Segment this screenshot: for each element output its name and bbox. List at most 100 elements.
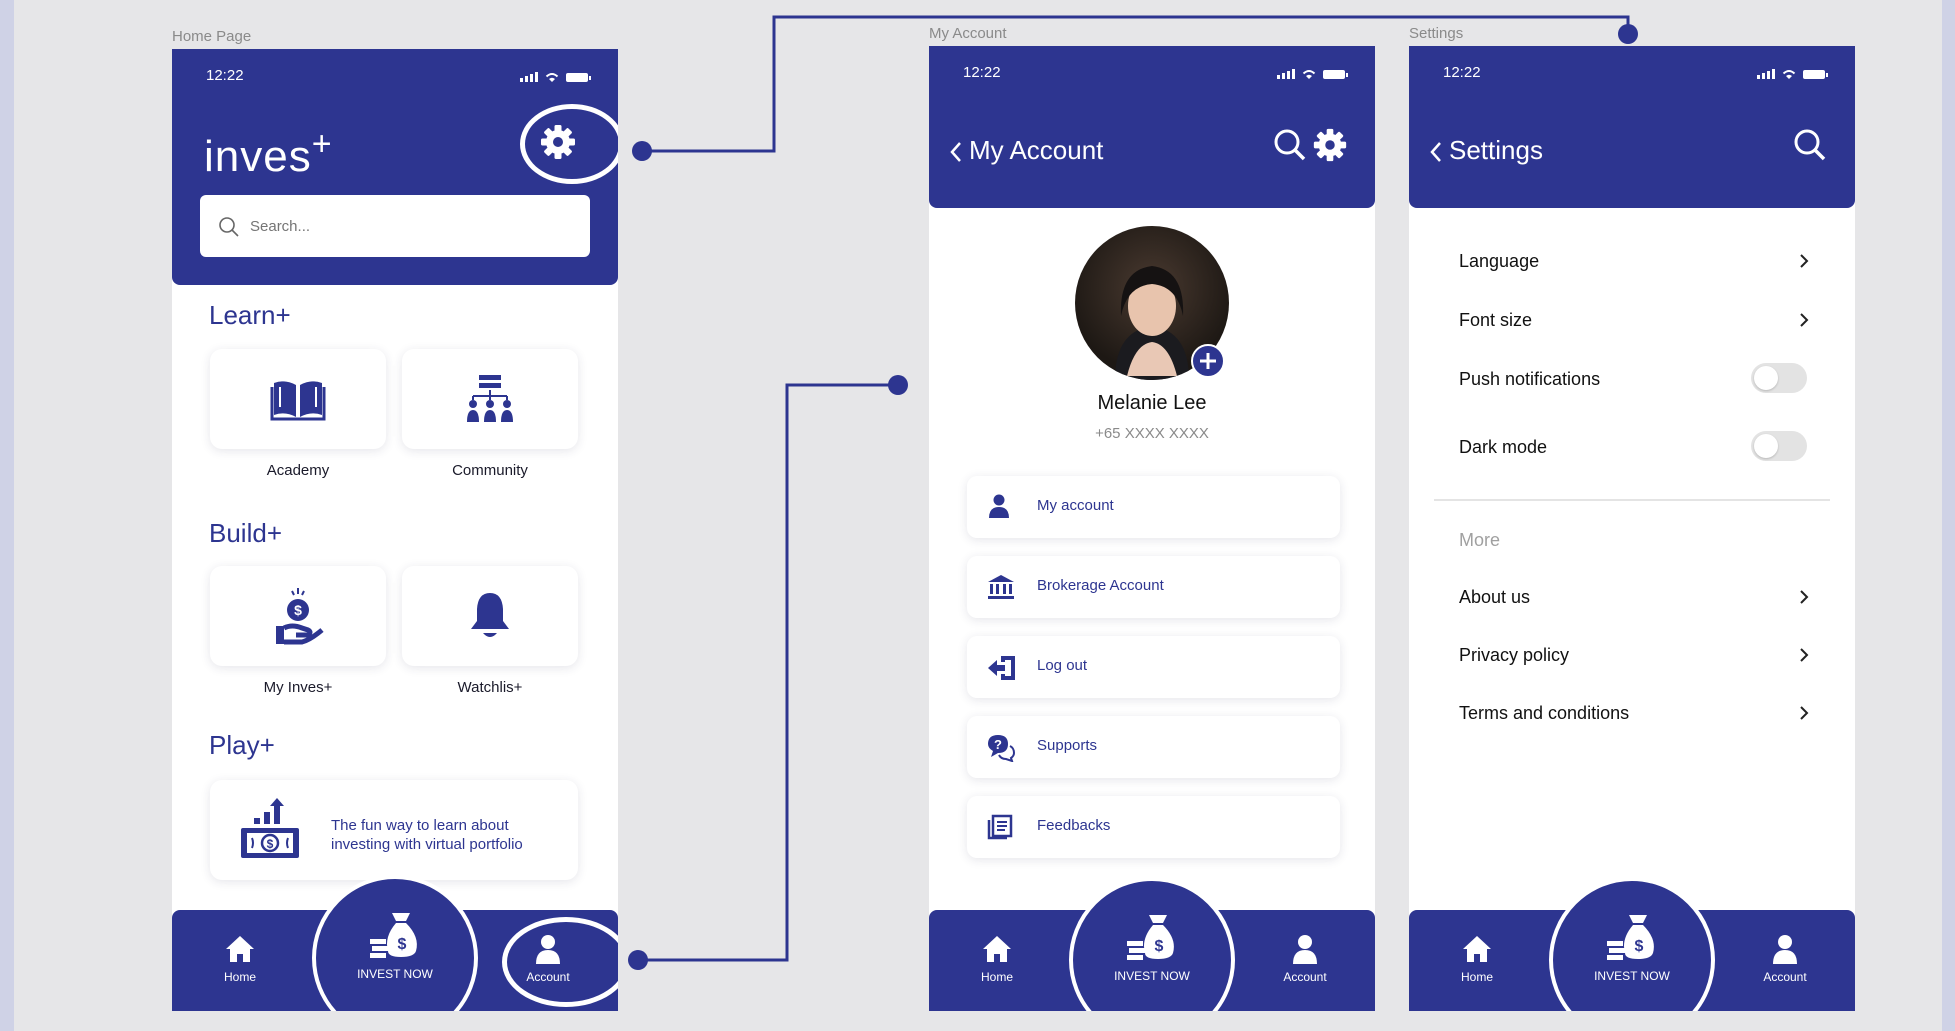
learn-section-title: Learn+ <box>209 300 291 330</box>
highlight-ring-settings <box>520 104 618 184</box>
status-icons <box>1757 68 1828 80</box>
logout-icon <box>988 656 1015 680</box>
svg-text:$: $ <box>1635 938 1644 955</box>
menu-brokerage-account-label: Brokerage Account <box>1037 577 1164 594</box>
home-icon <box>226 936 254 962</box>
money-bag-icon: $ <box>370 913 417 958</box>
play-section-title: Play+ <box>209 730 275 760</box>
status-time: 12:22 <box>963 64 1001 81</box>
profile-name: Melanie Lee <box>1097 392 1207 414</box>
setting-font-size[interactable]: Font size <box>1459 310 1809 331</box>
svg-text:$: $ <box>398 936 407 953</box>
plus-icon <box>1200 353 1216 369</box>
account-screen: 12:22 My Account Melanie Lee +65 XXXX XX… <box>929 46 1375 1011</box>
tab-home[interactable]: Home <box>1432 934 1522 984</box>
feedback-icon <box>987 814 1013 840</box>
setting-terms-label: Terms and conditions <box>1459 703 1630 723</box>
invest-now-label: INVEST NOW <box>1594 969 1670 983</box>
status-icons <box>1277 68 1348 80</box>
menu-supports[interactable]: ? Supports <box>967 716 1340 778</box>
invest-now-label: INVEST NOW <box>357 967 433 981</box>
menu-log-out-label: Log out <box>1037 657 1088 674</box>
status-bar: 12:22 <box>172 49 618 99</box>
status-time: 12:22 <box>1443 64 1481 81</box>
book-icon <box>270 381 326 421</box>
community-label: Community <box>452 462 528 479</box>
setting-push-notifications-label: Push notifications <box>1459 369 1601 389</box>
status-time: 12:22 <box>206 67 244 84</box>
signal-icon <box>1277 69 1295 79</box>
my-inves-label: My Inves+ <box>263 679 333 696</box>
menu-feedbacks-label: Feedbacks <box>1037 817 1111 834</box>
menu-brokerage-account[interactable]: Brokerage Account <box>967 556 1340 618</box>
settings-header: 12:22 Settings <box>1409 46 1855 208</box>
tab-account[interactable]: Account <box>1260 934 1350 984</box>
tab-account-label: Account <box>1763 970 1807 984</box>
wifi-icon <box>1782 70 1796 79</box>
svg-text:$: $ <box>267 837 274 851</box>
community-icon <box>467 375 513 422</box>
page-title: Settings <box>1449 135 1543 165</box>
menu-log-out[interactable]: Log out <box>967 636 1340 698</box>
wifi-icon <box>1302 70 1316 79</box>
section-divider <box>1434 499 1830 501</box>
user-icon <box>1773 935 1797 964</box>
tab-home[interactable]: Home <box>952 934 1042 984</box>
setting-about-us[interactable]: About us <box>1459 587 1809 608</box>
frame-label-home: Home Page <box>172 28 252 45</box>
setting-language[interactable]: Language <box>1459 251 1809 272</box>
dark-mode-toggle[interactable] <box>1751 431 1807 461</box>
back-icon[interactable] <box>949 141 963 163</box>
tab-account[interactable]: Account <box>1740 934 1830 984</box>
setting-push-notifications: Push notifications <box>1459 363 1807 393</box>
search-icon[interactable] <box>1273 128 1307 162</box>
setting-about-us-label: About us <box>1459 587 1531 607</box>
my-inves-tile[interactable]: $ <box>210 566 386 666</box>
push-notifications-toggle[interactable] <box>1751 363 1807 393</box>
search-icon[interactable] <box>1793 128 1827 162</box>
wifi-icon <box>545 73 559 82</box>
svg-text:$: $ <box>294 602 302 618</box>
battery-icon <box>1323 69 1348 79</box>
page-title: My Account <box>969 135 1104 165</box>
menu-my-account[interactable]: My account <box>967 476 1340 538</box>
battery-icon <box>1803 69 1828 79</box>
invest-now-button[interactable]: $ INVEST NOW <box>312 875 478 1011</box>
bell-icon <box>471 593 509 637</box>
setting-privacy-policy[interactable]: Privacy policy <box>1459 645 1809 666</box>
setting-dark-mode: Dark mode <box>1459 431 1807 461</box>
frame-label-settings: Settings <box>1409 25 1464 42</box>
invest-now-label: INVEST NOW <box>1114 969 1190 983</box>
academy-label: Academy <box>266 462 330 479</box>
academy-tile[interactable] <box>210 349 386 449</box>
money-growth-icon: $ <box>241 798 299 858</box>
back-icon[interactable] <box>1429 141 1443 163</box>
setting-terms-and-conditions[interactable]: Terms and conditions <box>1459 703 1809 724</box>
menu-feedbacks[interactable]: Feedbacks <box>967 796 1340 858</box>
status-icons <box>520 71 591 83</box>
tab-home[interactable]: Home <box>195 934 285 984</box>
search-input[interactable] <box>248 213 572 239</box>
setting-language-label: Language <box>1459 251 1540 271</box>
gear-icon[interactable] <box>1311 126 1349 164</box>
money-hand-icon: $ <box>276 588 324 645</box>
play-card[interactable]: $ The fun way to learn about investing w… <box>210 780 578 880</box>
menu-my-account-label: My account <box>1037 497 1114 514</box>
chevron-right-icon <box>1800 254 1809 268</box>
money-bag-icon: $ <box>1127 915 1174 960</box>
add-photo-button[interactable] <box>1191 344 1225 378</box>
home-icon <box>1463 936 1491 962</box>
account-header: 12:22 My Account <box>929 46 1375 208</box>
chevron-right-icon <box>1800 313 1809 327</box>
search-box[interactable] <box>200 195 590 257</box>
watchlist-tile[interactable] <box>402 566 578 666</box>
community-tile[interactable] <box>402 349 578 449</box>
invest-now-button[interactable]: $ INVEST NOW <box>1069 877 1235 1011</box>
setting-font-size-label: Font size <box>1459 310 1533 330</box>
svg-text:$: $ <box>1155 938 1164 955</box>
brand-plus: + <box>311 125 333 163</box>
more-section-title: More <box>1459 530 1501 550</box>
invest-now-button[interactable]: $ INVEST NOW <box>1549 877 1715 1011</box>
setting-privacy-policy-label: Privacy policy <box>1459 645 1570 665</box>
chevron-right-icon <box>1800 706 1809 720</box>
